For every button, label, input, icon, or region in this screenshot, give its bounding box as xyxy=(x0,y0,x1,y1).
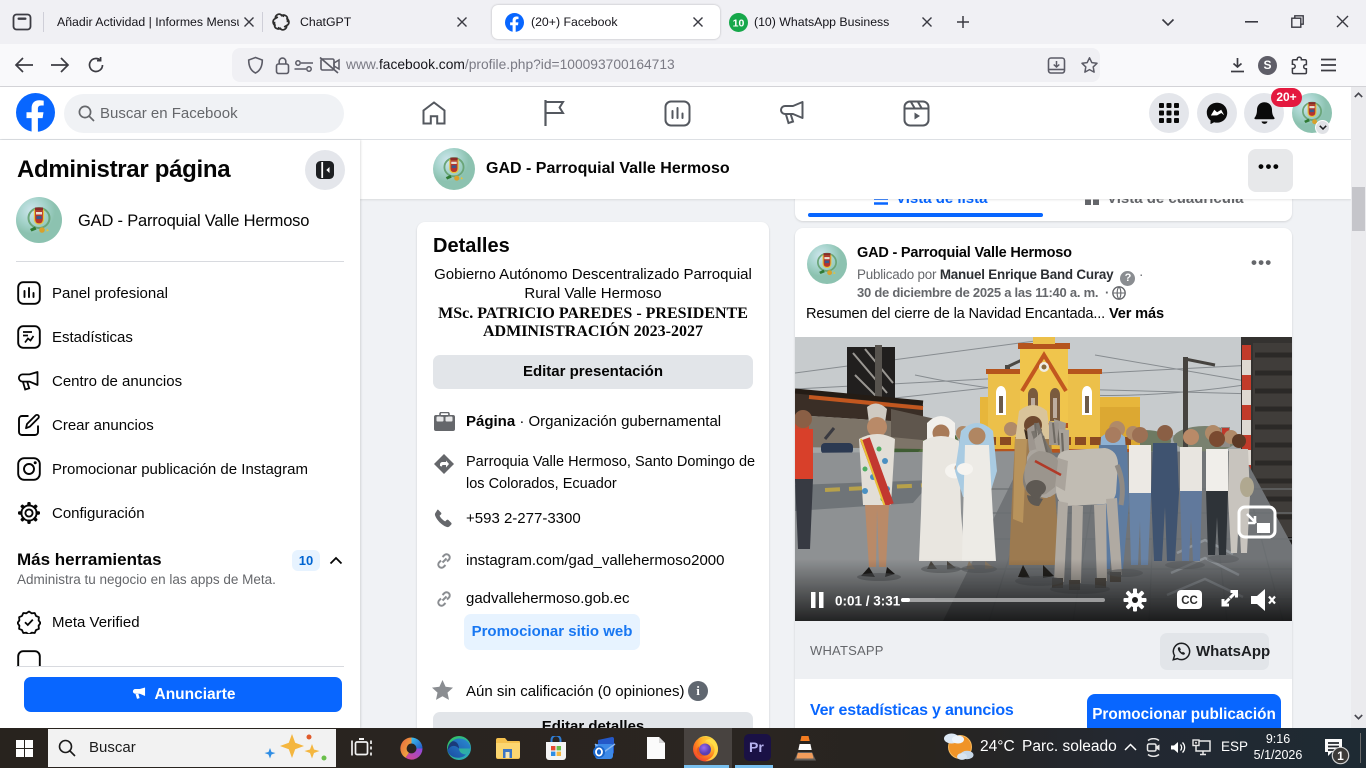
svg-text:CC: CC xyxy=(1181,595,1198,607)
svg-text:0:01 / 3:31: 0:01 / 3:31 xyxy=(835,594,901,609)
svg-text:1: 1 xyxy=(1337,749,1344,763)
svg-text:10: 10 xyxy=(733,17,745,29)
